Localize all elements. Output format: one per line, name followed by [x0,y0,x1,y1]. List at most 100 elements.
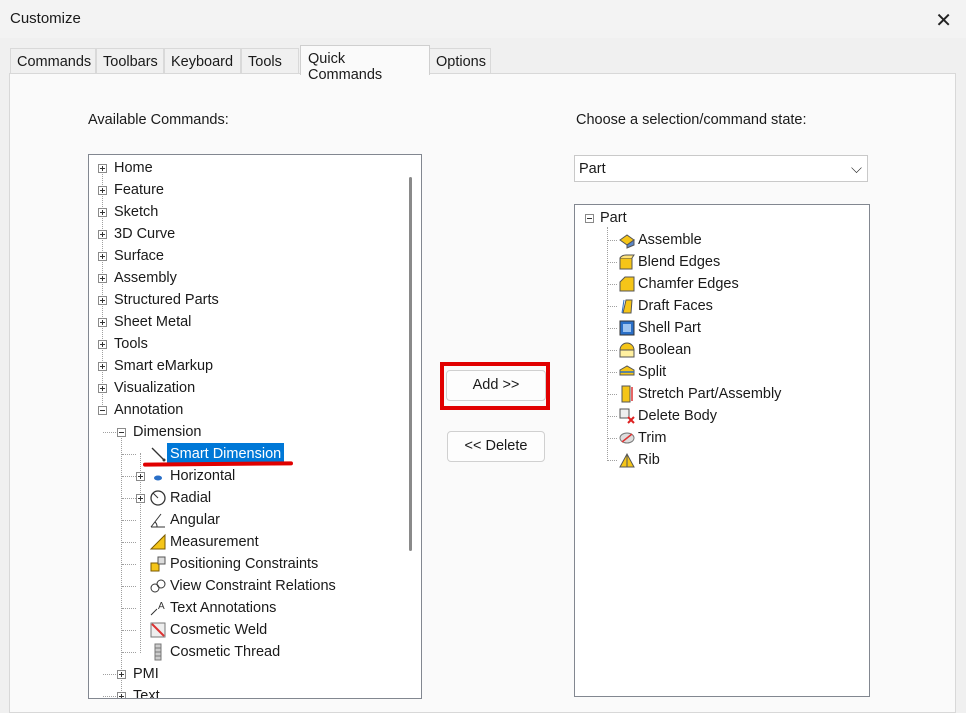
tree-row-horizontal[interactable]: Horizontal [89,465,399,487]
positioning-constraints-icon [149,555,167,573]
svg-text:A: A [158,601,165,612]
tree-row-radial[interactable]: Radial [89,487,399,509]
tree-row-pmi[interactable]: PMI [89,663,399,685]
tab-commands[interactable]: Commands [10,48,96,74]
tab-options[interactable]: Options [429,48,491,74]
scrollbar-thumb[interactable] [409,177,412,551]
tree-row-positioning-constraints[interactable]: Positioning Constraints [89,553,399,575]
tree-label: Positioning Constraints [170,556,319,572]
tree-row-chamfer-edges[interactable]: Chamfer Edges [575,273,855,295]
tree-row-measurement[interactable]: Measurement [89,531,399,553]
tree-label: Cosmetic Thread [170,644,281,660]
tree-connector [608,416,617,417]
tab-keyboard[interactable]: Keyboard [164,48,241,74]
tree-row-home[interactable]: Home [89,157,399,179]
tab-tools[interactable]: Tools [241,48,299,74]
tree-row-3d-curve[interactable]: 3D Curve [89,223,399,245]
tab-quick-commands[interactable]: Quick Commands [300,45,430,83]
tree-row-structured-parts[interactable]: Structured Parts [89,289,399,311]
collapse-icon[interactable] [117,428,126,437]
tree-row-angular[interactable]: Angular [89,509,399,531]
radial-dimension-icon [149,489,167,507]
boolean-icon [618,341,636,359]
tree-connector [122,454,136,455]
tree-row-assembly[interactable]: Assembly [89,267,399,289]
tree-label: Assemble [638,232,702,248]
expand-icon[interactable] [98,296,107,305]
expand-icon[interactable] [136,494,145,503]
tree-connector [608,284,617,285]
tree-connector [122,586,136,587]
tree-row-blend-edges[interactable]: Blend Edges [575,251,855,273]
tree-connector [103,432,116,433]
expand-icon[interactable] [98,318,107,327]
tree-row-delete-body[interactable]: Delete Body [575,405,855,427]
tree-label: Tools [114,336,148,352]
measurement-icon [149,533,167,551]
available-commands-tree[interactable]: Home Feature Sketch 3D Curve Surface Assembly… [88,154,422,699]
tree-row-trim[interactable]: Trim [575,427,855,449]
expand-icon[interactable] [117,692,126,698]
tree-row-visualization[interactable]: Visualization [89,377,399,399]
window-title: Customize [10,10,81,27]
expand-icon[interactable] [98,252,107,261]
expand-icon[interactable] [98,186,107,195]
tree-row-tools[interactable]: Tools [89,333,399,355]
draft-faces-icon [618,297,636,315]
tree-row-cosmetic-thread[interactable]: Cosmetic Thread [89,641,399,663]
tree-label: Shell Part [638,320,701,336]
tree-connector [122,630,136,631]
tree-connector [608,328,617,329]
tree-label: View Constraint Relations [170,578,336,594]
tree-row-rib[interactable]: Rib [575,449,855,471]
tree-connector [122,520,136,521]
horizontal-dimension-icon [149,467,167,485]
tab-toolbars[interactable]: Toolbars [96,48,164,74]
tree-label: Home [114,160,153,176]
tree-row-draft-faces[interactable]: Draft Faces [575,295,855,317]
text-annotations-icon: A [149,599,167,617]
expand-icon[interactable] [98,164,107,173]
tree-row-sketch[interactable]: Sketch [89,201,399,223]
tree-row-boolean[interactable]: Boolean [575,339,855,361]
tree-row-shell-part[interactable]: Shell Part [575,317,855,339]
tree-row-annotation[interactable]: Annotation [89,399,399,421]
collapse-icon[interactable] [585,214,594,223]
expand-icon[interactable] [98,340,107,349]
expand-icon[interactable] [117,670,126,679]
add-button[interactable]: Add >> [446,370,546,401]
quick-commands-tree[interactable]: Part Assemble Blend Edges Chamfer Edges Dra… [574,204,870,697]
title-bar: Customize ✕ [0,0,966,38]
stretch-part-assembly-icon [618,385,636,403]
delete-button[interactable]: << Delete [447,431,545,462]
tree-row-view-constraint-relations[interactable]: View Constraint Relations [89,575,399,597]
tree-row-cosmetic-weld[interactable]: Cosmetic Weld [89,619,399,641]
tree-row-text-annotations[interactable]: A Text Annotations [89,597,399,619]
expand-icon[interactable] [98,362,107,371]
collapse-icon[interactable] [98,406,107,415]
tree-connector [122,476,136,477]
expand-icon[interactable] [136,472,145,481]
tree-row-smart-emarkup[interactable]: Smart eMarkup [89,355,399,377]
tree-row-split[interactable]: Split [575,361,855,383]
scrollbar[interactable] [401,155,421,698]
tree-row-surface[interactable]: Surface [89,245,399,267]
expand-icon[interactable] [98,384,107,393]
tree-row-text[interactable]: Text [89,685,399,698]
expand-icon[interactable] [98,208,107,217]
selection-state-dropdown[interactable]: Part ⌵ [574,155,868,182]
expand-icon[interactable] [98,230,107,239]
close-icon[interactable]: ✕ [935,8,952,33]
tree-label: Assembly [114,270,177,286]
tree-label: Chamfer Edges [638,276,739,292]
tree-label: Visualization [114,380,196,396]
tree-connector [608,438,617,439]
tree-row-sheet-metal[interactable]: Sheet Metal [89,311,399,333]
tree-row-stretch-part-assembly[interactable]: Stretch Part/Assembly [575,383,855,405]
tree-row-assemble[interactable]: Assemble [575,229,855,251]
tree-row-dimension[interactable]: Dimension [89,421,399,443]
cosmetic-weld-icon [149,621,167,639]
expand-icon[interactable] [98,274,107,283]
tree-label: Dimension [133,424,202,440]
tree-row-feature[interactable]: Feature [89,179,399,201]
